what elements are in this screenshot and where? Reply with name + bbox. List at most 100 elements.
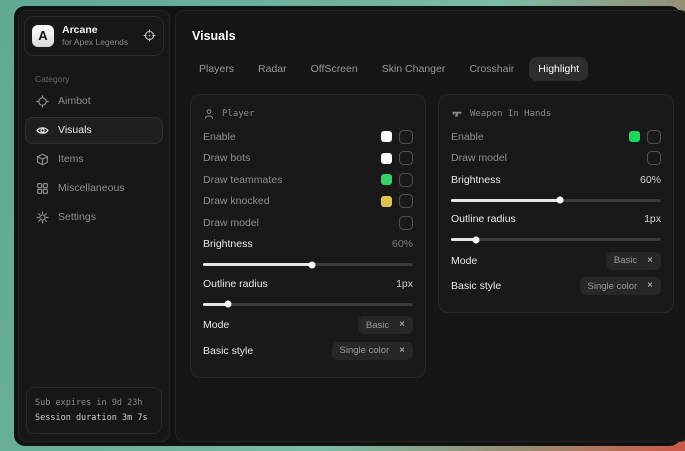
tag-single-color[interactable]: Single color ×	[580, 277, 661, 295]
panel-title: Player	[222, 109, 255, 119]
checkbox[interactable]	[399, 130, 413, 144]
tab-skin-changer[interactable]: Skin Changer	[373, 57, 455, 81]
row-label: Draw model	[203, 217, 259, 229]
category-label: Category	[35, 74, 169, 84]
checkbox[interactable]	[399, 194, 413, 208]
checkbox[interactable]	[647, 151, 661, 165]
slider-handle[interactable]	[309, 261, 316, 268]
main-content: Visuals PlayersRadarOffScreenSkin Change…	[175, 10, 685, 442]
row-label: Draw bots	[203, 152, 250, 164]
app-subtitle: for Apex Legends	[62, 37, 128, 48]
slider[interactable]	[451, 199, 661, 202]
checkbox[interactable]	[399, 216, 413, 230]
color-swatch[interactable]	[381, 196, 392, 207]
close-icon[interactable]: ×	[647, 256, 653, 266]
eye-icon	[36, 124, 49, 137]
checkbox[interactable]	[647, 130, 661, 144]
tab-players[interactable]: Players	[190, 57, 243, 81]
row-label: Outline radius	[451, 213, 516, 225]
sidebar-item-label: Items	[58, 153, 84, 165]
color-swatch[interactable]	[381, 174, 392, 185]
sidebar-item-items[interactable]: Items	[25, 146, 163, 173]
slider-label-row: Outline radius1px	[203, 273, 413, 295]
row-draw-model: Draw model	[451, 148, 661, 170]
sidebar-item-label: Miscellaneous	[58, 182, 125, 194]
tab-offscreen[interactable]: OffScreen	[302, 57, 367, 81]
cube-icon	[36, 153, 49, 166]
slider-value: 60%	[640, 174, 661, 186]
row-label: Outline radius	[203, 278, 268, 290]
sidebar-item-label: Visuals	[58, 124, 92, 136]
close-icon[interactable]: ×	[399, 346, 405, 356]
row-enable: Enable	[451, 126, 661, 148]
subscription-info: Sub expires in 9d 23h Session duration 3…	[26, 387, 162, 434]
app-name: Arcane	[62, 24, 128, 37]
tab-radar[interactable]: Radar	[249, 57, 296, 81]
slider[interactable]	[203, 263, 413, 266]
tag-basic[interactable]: Basic ×	[358, 316, 413, 334]
slider-handle[interactable]	[473, 236, 480, 243]
player-icon	[203, 108, 215, 120]
close-icon[interactable]: ×	[647, 281, 653, 291]
sidebar-item-miscellaneous[interactable]: Miscellaneous	[25, 175, 163, 202]
slider-label-row: Brightness 60%	[203, 234, 413, 256]
row-mode: Mode Basic ×	[451, 248, 661, 274]
row-enable: Enable	[203, 126, 413, 148]
row-label: Basic style	[203, 345, 253, 357]
row-label: Mode	[451, 255, 477, 267]
slider-value: 60%	[392, 238, 413, 250]
row-label: Enable	[203, 131, 236, 143]
slider[interactable]	[203, 303, 413, 306]
sidebar: A Arcane for Apex Legends Category Aimbo…	[18, 10, 170, 442]
tag-label: Basic	[614, 255, 637, 266]
crosshair-icon	[36, 95, 49, 108]
tab-highlight[interactable]: Highlight	[529, 57, 588, 81]
checkbox[interactable]	[399, 173, 413, 187]
row-controls	[647, 151, 661, 165]
tab-bar: PlayersRadarOffScreenSkin ChangerCrossha…	[190, 57, 674, 81]
grid-icon	[36, 182, 49, 195]
tag-label: Basic	[366, 320, 389, 331]
sub-expires-text: Sub expires in 9d 23h	[35, 396, 153, 410]
slider-handle[interactable]	[557, 197, 564, 204]
slider-row-outline-radius: Outline radius 1px	[451, 209, 661, 242]
row-basic-style: Basic styleSingle color×	[451, 274, 661, 300]
slider-label-row: Outline radius 1px	[451, 209, 661, 231]
tab-crosshair[interactable]: Crosshair	[460, 57, 523, 81]
app-logo: A	[32, 25, 54, 47]
color-swatch[interactable]	[381, 131, 392, 142]
color-swatch[interactable]	[629, 131, 640, 142]
app-header: A Arcane for Apex Legends	[24, 16, 164, 56]
tag-label: Single color	[588, 281, 638, 292]
tag-single-color[interactable]: Single color×	[332, 342, 413, 360]
row-label: Enable	[451, 131, 484, 143]
row-draw-knocked: Draw knocked	[203, 191, 413, 213]
row-label: Brightness	[451, 174, 501, 186]
slider-handle[interactable]	[225, 301, 232, 308]
row-label: Brightness	[203, 238, 253, 250]
checkbox[interactable]	[399, 151, 413, 165]
slider-row-outline-radius: Outline radius1px	[203, 273, 413, 306]
sidebar-item-label: Settings	[58, 211, 96, 223]
sidebar-item-aimbot[interactable]: Aimbot	[25, 88, 163, 115]
row-label: Draw knocked	[203, 195, 270, 207]
slider-value: 1px	[644, 213, 661, 225]
row-mode: ModeBasic×	[203, 313, 413, 339]
app-window: A Arcane for Apex Legends Category Aimbo…	[14, 6, 681, 446]
slider-label-row: Brightness 60%	[451, 169, 661, 191]
sidebar-item-settings[interactable]: Settings	[25, 204, 163, 231]
row-controls	[629, 130, 661, 144]
panel-player: Player Enable Draw bots Draw teammates Draw …	[190, 94, 426, 378]
row-controls	[381, 173, 413, 187]
panel-header: Player	[203, 99, 413, 126]
slider[interactable]	[451, 238, 661, 241]
row-draw-teammates: Draw teammates	[203, 169, 413, 191]
close-icon[interactable]: ×	[399, 320, 405, 330]
sidebar-item-visuals[interactable]: Visuals	[25, 117, 163, 144]
row-draw-bots: Draw bots	[203, 148, 413, 170]
tag-basic[interactable]: Basic ×	[606, 252, 661, 270]
color-swatch[interactable]	[381, 153, 392, 164]
row-controls	[399, 216, 413, 230]
row-draw-model: Draw model	[203, 212, 413, 234]
target-icon[interactable]	[143, 29, 156, 42]
